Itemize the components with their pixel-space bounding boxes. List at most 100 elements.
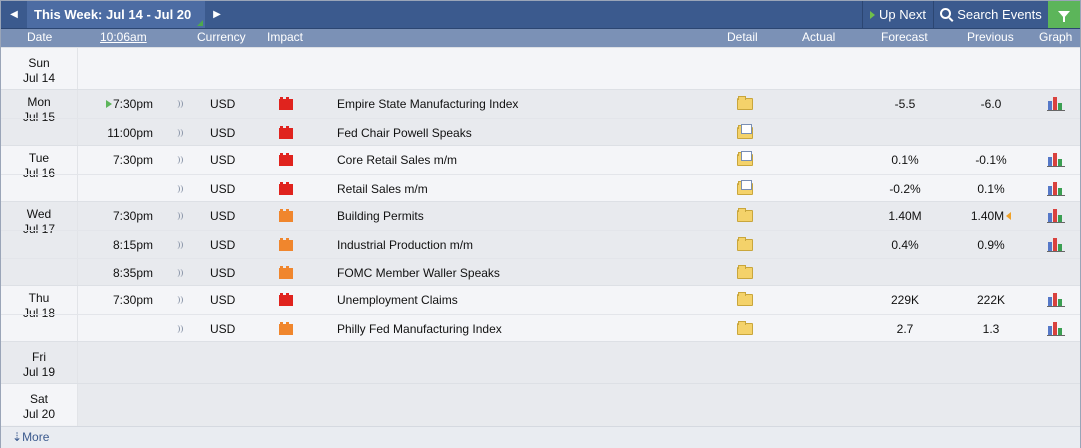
- event-previous-cell: 0.1%: [955, 182, 1027, 196]
- event-row[interactable]: USD Retail Sales m/m -0.2% 0.1%: [1, 174, 1080, 203]
- day-cell: Fri Jul 19: [1, 350, 77, 380]
- event-currency: USD: [210, 238, 236, 252]
- event-time-cell: 11:00pm: [101, 126, 153, 140]
- graph-icon[interactable]: [1047, 321, 1065, 336]
- revised-icon: [1006, 212, 1012, 220]
- event-previous-cell: 0.9%: [955, 238, 1027, 252]
- event-title: Retail Sales m/m: [337, 182, 428, 196]
- col-actual: Actual: [802, 30, 836, 44]
- detail-folder-icon[interactable]: [737, 265, 753, 279]
- filter-button[interactable]: [1048, 1, 1080, 28]
- event-row[interactable]: 7:30pm USD Unemployment Claims 229K 222K: [1, 286, 1080, 314]
- up-next-button[interactable]: Up Next: [862, 1, 933, 28]
- detail-folder-icon[interactable]: [737, 151, 753, 166]
- day-date: Jul 14: [22, 71, 56, 85]
- medium-impact-icon: [279, 209, 293, 222]
- high-impact-icon: [279, 182, 293, 195]
- event-currency: USD: [210, 153, 236, 167]
- sound-icon: [176, 323, 183, 335]
- sound-icon: [176, 267, 183, 279]
- detail-folder-icon[interactable]: [737, 208, 753, 222]
- event-time: 8:15pm: [112, 238, 153, 252]
- col-date: Date: [27, 30, 53, 44]
- event-time-cell: 7:30pm: [101, 97, 153, 111]
- week-corner-icon: [197, 20, 203, 26]
- empty-day-area: [78, 342, 1080, 384]
- day-cell: Sun Jul 14: [1, 56, 77, 86]
- col-impact: Impact: [267, 30, 304, 44]
- detail-folder-icon[interactable]: [737, 180, 753, 195]
- col-detail: Detail: [727, 30, 758, 44]
- next-event-icon: [105, 100, 112, 108]
- high-impact-icon: [279, 126, 293, 139]
- event-row[interactable]: 11:00pm USD Fed Chair Powell Speaks: [1, 118, 1080, 147]
- event-forecast: 229K: [890, 293, 920, 307]
- down-arrow-icon: ⇣: [12, 430, 23, 444]
- detail-folder-icon[interactable]: [737, 237, 753, 251]
- detail-folder-icon[interactable]: [737, 292, 753, 306]
- event-currency: USD: [210, 182, 236, 196]
- event-time-cell: 8:35pm: [101, 266, 153, 280]
- chevron-right-icon: ▶: [213, 9, 221, 20]
- detail-folder-icon[interactable]: [737, 124, 753, 139]
- graph-icon[interactable]: [1047, 208, 1065, 223]
- event-time: 11:00pm: [107, 126, 153, 140]
- event-currency: USD: [210, 126, 236, 140]
- more-link[interactable]: ⇣More: [12, 430, 49, 444]
- event-time: 7:30pm: [112, 97, 153, 111]
- event-currency: USD: [210, 322, 236, 336]
- prev-week-button[interactable]: ◀: [3, 1, 25, 28]
- event-row[interactable]: 7:30pm USD Core Retail Sales m/m 0.1% -0.1%: [1, 146, 1080, 174]
- detail-folder-icon[interactable]: [737, 321, 753, 335]
- sound-icon: [176, 294, 183, 306]
- play-icon: [870, 10, 876, 19]
- day-group: Sun Jul 14: [1, 47, 1080, 90]
- search-events-button[interactable]: Search Events: [933, 1, 1048, 28]
- event-previous: -6.0: [980, 97, 1002, 111]
- toolbar: ◀ This Week: Jul 14 - Jul 20 ▶ Up Next S…: [1, 1, 1080, 29]
- week-label: This Week: Jul 14 - Jul 20: [34, 7, 192, 22]
- event-time-cell: 7:30pm: [101, 209, 153, 223]
- day-group: Mon Jul 15 7:30pm USD Empire State Manufactu…: [1, 89, 1080, 147]
- detail-folder-icon[interactable]: [737, 96, 753, 110]
- event-row[interactable]: 8:35pm USD FOMC Member Waller Speaks: [1, 258, 1080, 287]
- next-week-button[interactable]: ▶: [206, 1, 228, 28]
- col-previous: Previous: [967, 30, 1014, 44]
- graph-icon[interactable]: [1047, 96, 1065, 111]
- search-events-label: Search Events: [957, 7, 1042, 22]
- graph-icon[interactable]: [1047, 292, 1065, 307]
- day-cell: Sat Jul 20: [1, 392, 77, 422]
- event-previous-cell: 1.3: [955, 322, 1027, 336]
- event-row[interactable]: 8:15pm USD Industrial Production m/m 0.4% 0.…: [1, 230, 1080, 259]
- event-time: 8:35pm: [112, 266, 153, 280]
- column-header: Date 10:06am Currency Impact Detail Actu…: [1, 29, 1080, 47]
- event-previous-cell: 222K: [955, 293, 1027, 307]
- event-row[interactable]: 7:30pm USD Empire State Manufacturing Inde…: [1, 90, 1080, 118]
- graph-icon[interactable]: [1047, 181, 1065, 196]
- sound-icon: [176, 239, 183, 251]
- event-previous: 0.9%: [977, 238, 1005, 252]
- event-title: Industrial Production m/m: [337, 238, 474, 252]
- week-selector[interactable]: This Week: Jul 14 - Jul 20: [27, 1, 205, 28]
- event-forecast: -0.2%: [889, 182, 921, 196]
- event-title: Philly Fed Manufacturing Index: [337, 322, 502, 336]
- day-group: Sat Jul 20: [1, 383, 1080, 426]
- sound-icon: [176, 210, 183, 222]
- graph-icon[interactable]: [1047, 237, 1065, 252]
- col-currency: Currency: [197, 30, 246, 44]
- event-row[interactable]: USD Philly Fed Manufacturing Index 2.7 1.3: [1, 314, 1080, 343]
- event-time: 7:30pm: [112, 293, 153, 307]
- event-time-cell: 7:30pm: [101, 153, 153, 167]
- col-forecast: Forecast: [881, 30, 928, 44]
- more-label: More: [22, 430, 50, 444]
- graph-icon[interactable]: [1047, 152, 1065, 167]
- day-date: Jul 19: [22, 365, 56, 379]
- event-title: Building Permits: [337, 209, 424, 223]
- sound-icon: [176, 154, 183, 166]
- event-forecast: 1.40M: [888, 209, 922, 223]
- event-previous-cell: -6.0: [955, 97, 1027, 111]
- current-time-link[interactable]: 10:06am: [100, 30, 147, 44]
- event-title: Core Retail Sales m/m: [337, 153, 458, 167]
- chevron-left-icon: ◀: [10, 9, 18, 20]
- event-row[interactable]: 7:30pm USD Building Permits 1.40M 1.40M: [1, 202, 1080, 230]
